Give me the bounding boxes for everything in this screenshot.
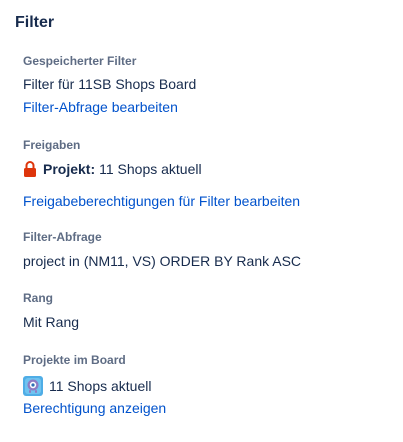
rank-section: Rang Mit Rang	[23, 290, 79, 332]
board-project-name: 11 Shops aktuell	[49, 378, 152, 394]
shares-label: Freigaben	[23, 138, 81, 152]
shares-section: Freigaben Projekt: 11 Shops aktuell Frei…	[23, 137, 300, 211]
filter-query-section: Filter-Abfrage project in (NM11, VS) ORD…	[23, 229, 301, 271]
rank-value: Mit Rang	[23, 314, 80, 330]
shares-project-name: 11 Shops aktuell	[99, 161, 202, 177]
shares-project-row: Projekt: 11 Shops aktuell	[23, 159, 300, 179]
edit-filter-query-link[interactable]: Filter-Abfrage bearbeiten	[23, 97, 178, 117]
saved-filter-name: Filter für 11SB Shops Board	[23, 76, 197, 92]
saved-filter-label: Gespeicherter Filter	[23, 54, 137, 68]
saved-filter-section: Gespeicherter Filter Filter für 11SB Sho…	[23, 53, 196, 117]
view-permissions-link[interactable]: Berechtigung anzeigen	[23, 398, 166, 418]
board-projects-label: Projekte im Board	[23, 353, 126, 367]
rank-label: Rang	[23, 291, 53, 305]
filter-query-text: project in (NM11, VS) ORDER BY Rank ASC	[23, 253, 302, 269]
edit-share-permissions-link[interactable]: Freigabeberechtigungen für Filter bearbe…	[23, 191, 300, 211]
board-projects-section: Projekte im Board 11 Shops aktuell Berec…	[23, 352, 166, 418]
project-prefix: Projekt:	[43, 161, 96, 177]
panel-title: Filter	[15, 14, 55, 31]
board-project-row: 11 Shops aktuell	[23, 376, 166, 396]
filter-query-label: Filter-Abfrage	[23, 230, 102, 244]
project-avatar-icon	[23, 376, 43, 396]
lock-icon	[23, 161, 37, 177]
